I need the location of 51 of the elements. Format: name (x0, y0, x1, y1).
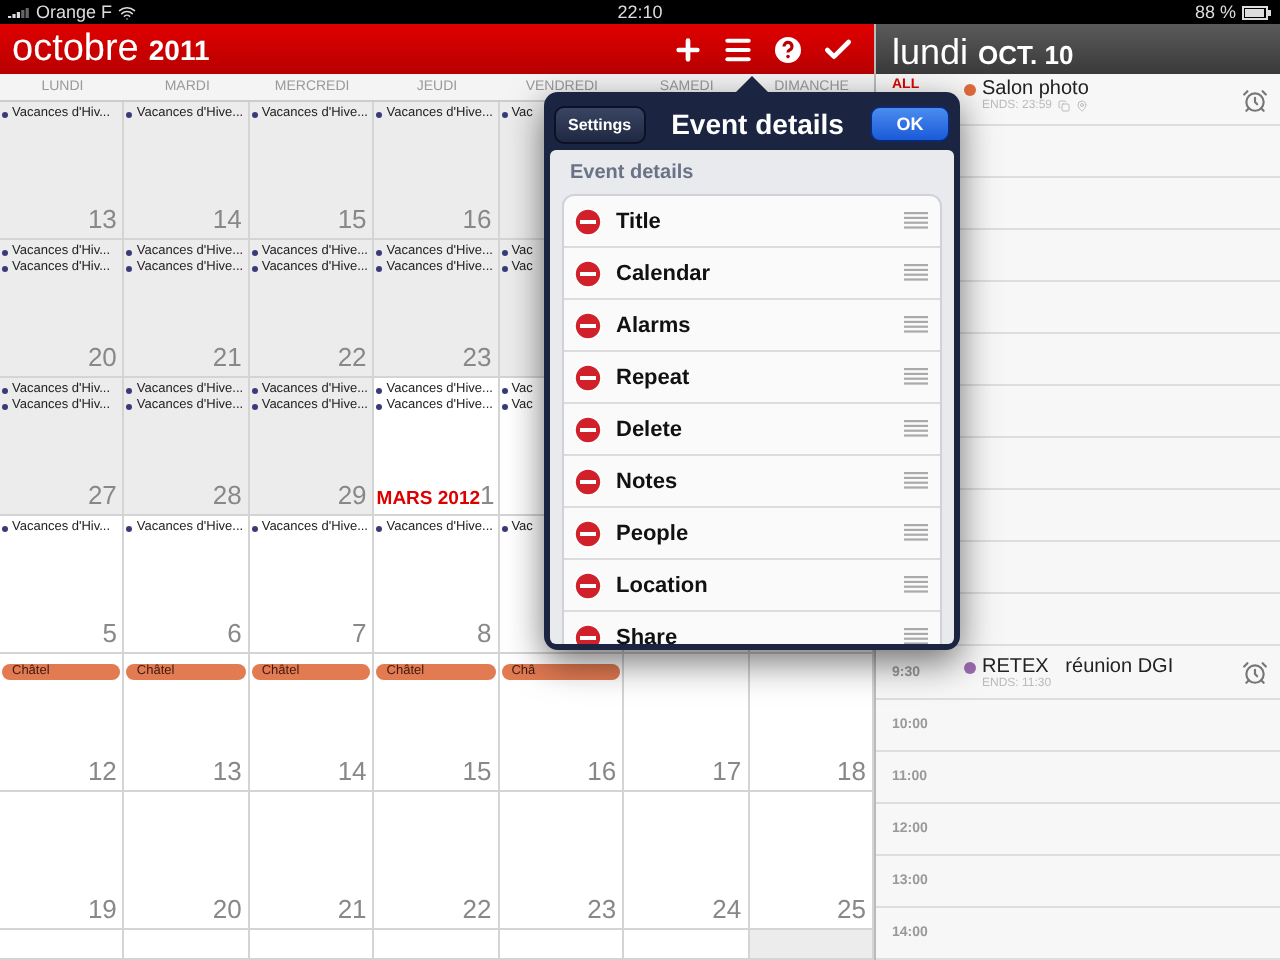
day-number: 28 (212, 480, 244, 510)
carrier-name: Orange F (36, 2, 113, 22)
section-header: Event details (568, 160, 696, 188)
day-number: 19 (87, 894, 119, 924)
day-number: 21 (212, 342, 244, 372)
day-number: 15 (337, 204, 369, 234)
field-label: Notes (616, 469, 680, 493)
date-label: OCT. 10 (978, 40, 1074, 70)
field-label: People (616, 521, 691, 545)
day-number: 17 (712, 756, 744, 786)
day-number: 20 (212, 894, 244, 924)
day-number: 7 (352, 618, 369, 648)
day-number: 23 (587, 894, 619, 924)
day-number: 12 (87, 756, 119, 786)
field-label: Repeat (616, 365, 692, 389)
field-label: Title (616, 209, 663, 233)
field-label: Location (616, 573, 710, 597)
day-number: 29 (337, 480, 369, 510)
battery-percent: 88 % (1194, 2, 1236, 22)
day-number: 27 (87, 480, 119, 510)
day-number: 24 (712, 894, 744, 924)
day-number: 14 (337, 756, 369, 786)
day-number: 1 (480, 480, 497, 510)
day-number: 16 (462, 204, 494, 234)
day-number: 22 (337, 342, 369, 372)
month-label: MARS 2012 (376, 488, 481, 510)
event-title: Salon photo (982, 78, 1089, 100)
day-number: 8 (476, 618, 494, 648)
day-number: 23 (462, 342, 494, 372)
day-number: 20 (87, 342, 119, 372)
day-number: 13 (212, 756, 244, 786)
field-label: Calendar (616, 261, 713, 285)
field-label: Share (616, 625, 680, 644)
day-number: 25 (837, 894, 868, 924)
month-name: octobre (12, 27, 139, 71)
popover-title: Event details (671, 108, 844, 140)
clock-time: 22:10 (617, 2, 663, 22)
day-number: 16 (587, 756, 619, 786)
day-number: 22 (462, 894, 494, 924)
field-label: Alarms (616, 313, 693, 337)
day-number: 21 (337, 894, 369, 924)
day-number: 18 (837, 756, 868, 786)
weekday-name: lundi (892, 32, 969, 74)
day-number: 14 (212, 204, 244, 234)
day-number: 5 (102, 618, 119, 648)
event-title: RETEX réunion DGI (982, 656, 1174, 678)
year-label: 2011 (148, 33, 210, 65)
day-number: 13 (87, 204, 119, 234)
day-number: 6 (227, 618, 244, 648)
day-number: 15 (462, 756, 494, 786)
field-label: Delete (616, 417, 685, 441)
